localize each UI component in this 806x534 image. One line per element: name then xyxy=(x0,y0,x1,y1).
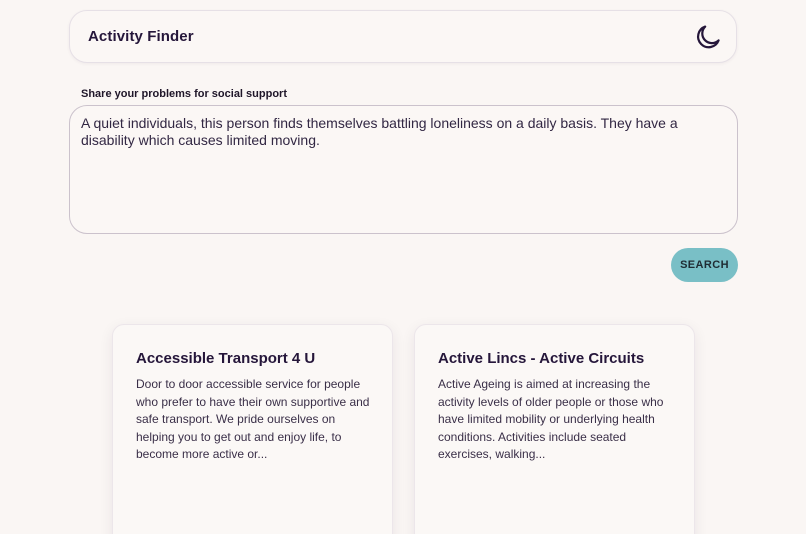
result-card[interactable]: Active Lincs - Active Circuits Active Ag… xyxy=(414,324,695,534)
results-list: Accessible Transport 4 U Door to door ac… xyxy=(112,324,696,534)
theme-toggle-button[interactable] xyxy=(694,23,722,51)
result-card-description: Active Ageing is aimed at increasing the… xyxy=(438,377,664,461)
result-card-description: Door to door accessible service for peop… xyxy=(136,377,370,461)
top-bar: Activity Finder xyxy=(69,10,737,63)
problem-field-label: Share your problems for social support xyxy=(81,88,287,100)
result-card-title: Accessible Transport 4 U xyxy=(136,350,316,367)
page: Activity Finder Share your problems for … xyxy=(0,0,806,534)
problem-textarea[interactable]: A quiet individuals, this person finds t… xyxy=(69,105,738,234)
moon-icon xyxy=(697,25,720,49)
result-card-title: Active Lincs - Active Circuits xyxy=(438,350,645,367)
app-title: Activity Finder xyxy=(88,28,194,45)
search-button[interactable]: SEARCH xyxy=(671,248,738,282)
result-card[interactable]: Accessible Transport 4 U Door to door ac… xyxy=(112,324,393,534)
